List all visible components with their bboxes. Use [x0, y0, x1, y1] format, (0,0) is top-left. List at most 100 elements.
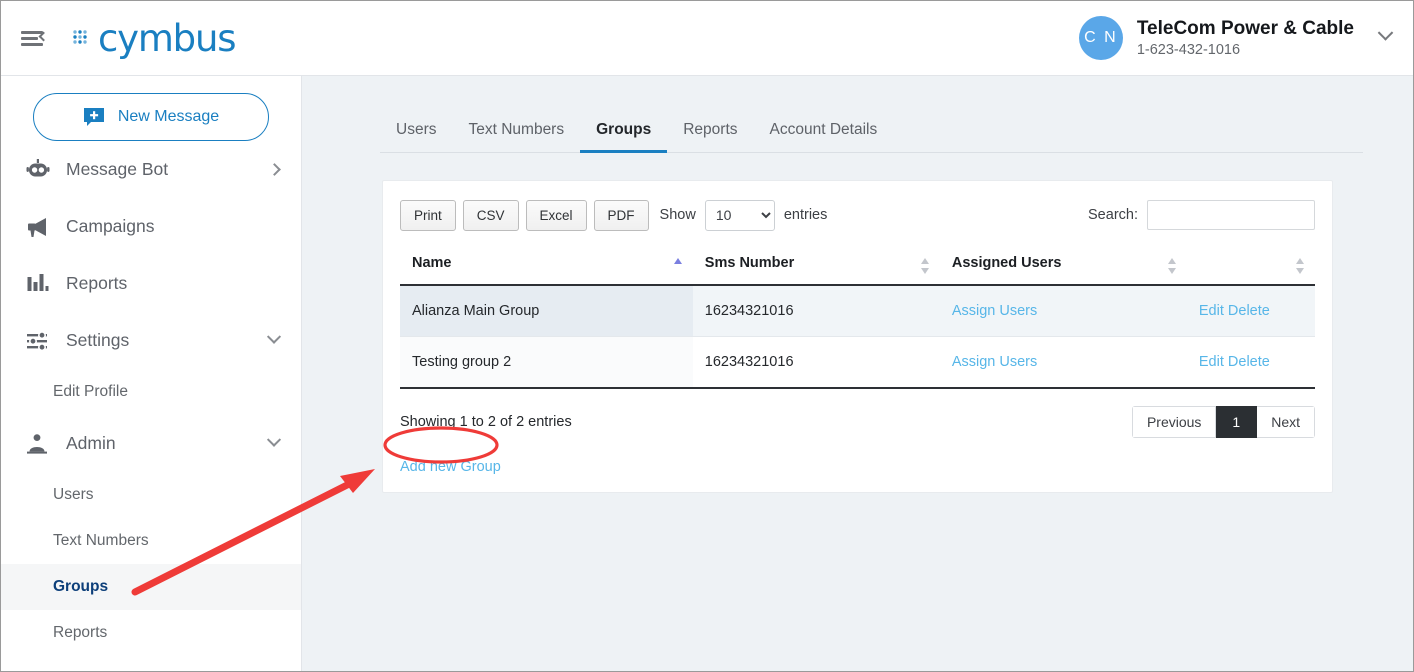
delete-link[interactable]: Delete [1228, 354, 1270, 370]
main-content: Users Text Numbers Groups Reports Accoun… [302, 76, 1413, 671]
pdf-button[interactable]: PDF [593, 199, 649, 231]
sidebar-item-label: Admin [66, 433, 116, 453]
show-label: Show [659, 207, 696, 223]
search-label: Search: [1088, 207, 1138, 223]
cell-assigned-users: Assign Users [939, 336, 1187, 389]
pagination: Previous 1 Next [1131, 406, 1315, 438]
sort-icon [1296, 257, 1305, 275]
groups-table: Name Sms Number Assigned Users Alianza M… [400, 247, 1315, 389]
column-label: Name [412, 255, 452, 271]
sidebar-item-users[interactable]: Users [1, 472, 301, 518]
app-logo[interactable]: cymbus [71, 16, 236, 60]
new-message-icon [83, 108, 104, 126]
new-message-button[interactable]: New Message [33, 93, 269, 141]
sidebar-item-admin-reports[interactable]: Reports [1, 610, 301, 656]
chevron-down-icon[interactable] [1377, 24, 1394, 41]
chevron-left-icon [38, 31, 49, 42]
print-button[interactable]: Print [400, 199, 456, 231]
cell-sms-number: 16234321016 [692, 285, 940, 337]
sidebar-subitem-label: Groups [53, 578, 109, 595]
showing-entries-text: Showing 1 to 2 of 2 entries [400, 414, 572, 430]
column-label: Assigned Users [951, 255, 1062, 271]
tab-account-details[interactable]: Account Details [754, 121, 894, 152]
table-header-row: Name Sms Number Assigned Users [400, 247, 1315, 286]
cell-actions: Edit Delete [1186, 336, 1315, 389]
sidebar-item-campaigns[interactable]: Campaigns [1, 198, 301, 255]
sidebar-item-label: Reports [66, 273, 128, 293]
app-window: cymbus C N TeleCom Power & Cable 1-623-4… [0, 0, 1414, 672]
tab-text-numbers[interactable]: Text Numbers [452, 121, 580, 152]
cell-assigned-users: Assign Users [939, 285, 1187, 337]
sidebar-item-edit-profile[interactable]: Edit Profile [1, 369, 301, 415]
column-label: Sms Number [704, 255, 795, 271]
previous-page-button[interactable]: Previous [1131, 406, 1217, 438]
cell-name: Alianza Main Group [400, 285, 693, 337]
tab-users[interactable]: Users [380, 121, 452, 152]
search-area: Search: [1088, 200, 1315, 230]
sidebar-item-label: Campaigns [66, 216, 155, 236]
assign-users-link[interactable]: Assign Users [952, 303, 1037, 319]
sidebar-item-message-bot[interactable]: Message Bot [1, 141, 301, 198]
groups-panel: Print CSV Excel PDF Show 102550100 entri… [382, 180, 1333, 493]
sidebar-subitem-label: Edit Profile [53, 383, 128, 400]
new-message-label: New Message [117, 108, 220, 125]
sidebar-subitem-label: Users [53, 486, 94, 503]
edit-link[interactable]: Edit [1199, 303, 1224, 319]
column-header-sms-number[interactable]: Sms Number [692, 247, 940, 286]
sidebar-item-admin[interactable]: Admin [1, 415, 301, 472]
account-phone: 1-623-432-1016 [1136, 42, 1241, 59]
entries-label: entries [783, 207, 828, 223]
robot-icon [25, 157, 51, 183]
avatar: C N [1078, 16, 1123, 60]
sidebar: New Message Message Bot Campaigns Report… [1, 76, 302, 671]
table-toolbar: Print CSV Excel PDF Show 102550100 entri… [400, 199, 1315, 231]
chevron-right-icon [268, 163, 281, 176]
csv-button[interactable]: CSV [462, 199, 519, 231]
sort-icon [1167, 257, 1177, 275]
account-info: TeleCom Power & Cable 1-623-432-1016 [1137, 18, 1354, 59]
column-header-assigned-users[interactable]: Assigned Users [939, 247, 1187, 286]
excel-button[interactable]: Excel [525, 199, 587, 231]
column-header-actions[interactable] [1186, 247, 1315, 286]
sidebar-item-settings[interactable]: Settings [1, 312, 301, 369]
tab-groups[interactable]: Groups [580, 121, 668, 153]
sidebar-subitem-label: Text Numbers [53, 532, 149, 549]
chevron-down-icon [266, 329, 282, 344]
table-head: Name Sms Number Assigned Users [400, 247, 1315, 286]
cell-actions: Edit Delete [1186, 285, 1315, 337]
tab-reports[interactable]: Reports [667, 121, 753, 152]
assign-users-link[interactable]: Assign Users [952, 354, 1037, 370]
user-admin-icon [25, 431, 51, 457]
entries-per-page-select[interactable]: 102550100 [704, 199, 775, 231]
app-header: cymbus C N TeleCom Power & Cable 1-623-4… [1, 1, 1413, 76]
column-header-name[interactable]: Name [400, 247, 693, 286]
logo-wordmark: cymbus [98, 16, 236, 60]
sort-ascending-icon [673, 257, 683, 275]
sidebar-subitem-label: Reports [53, 624, 108, 641]
table-row: Testing group 2 16234321016 Assign Users… [400, 336, 1315, 389]
cell-name: Testing group 2 [400, 336, 693, 389]
sliders-icon [25, 328, 51, 354]
table-body: Alianza Main Group 16234321016 Assign Us… [400, 285, 1315, 389]
page-1-button[interactable]: 1 [1216, 406, 1258, 438]
next-page-button[interactable]: Next [1257, 406, 1315, 438]
bar-chart-icon [25, 271, 51, 297]
search-input[interactable] [1147, 200, 1315, 230]
sidebar-item-groups[interactable]: Groups [1, 564, 301, 610]
chevron-down-icon [266, 432, 282, 447]
add-new-group-link[interactable]: Add new Group [400, 459, 501, 475]
account-name: TeleCom Power & Cable [1136, 17, 1354, 39]
sidebar-item-reports[interactable]: Reports [1, 255, 301, 312]
account-menu[interactable]: C N TeleCom Power & Cable 1-623-432-1016 [1078, 16, 1413, 60]
cell-sms-number: 16234321016 [692, 336, 940, 389]
edit-link[interactable]: Edit [1199, 354, 1224, 370]
sidebar-item-label: Settings [66, 330, 130, 350]
cymbus-dots-icon [73, 30, 87, 44]
table-row: Alianza Main Group 16234321016 Assign Us… [400, 285, 1315, 337]
hamburger-collapse-icon[interactable] [21, 28, 49, 48]
sidebar-item-text-numbers[interactable]: Text Numbers [1, 518, 301, 564]
sidebar-item-label: Message Bot [66, 159, 169, 179]
table-footer: Showing 1 to 2 of 2 entries Previous 1 N… [400, 406, 1315, 438]
delete-link[interactable]: Delete [1228, 303, 1270, 319]
megaphone-icon [25, 214, 51, 240]
